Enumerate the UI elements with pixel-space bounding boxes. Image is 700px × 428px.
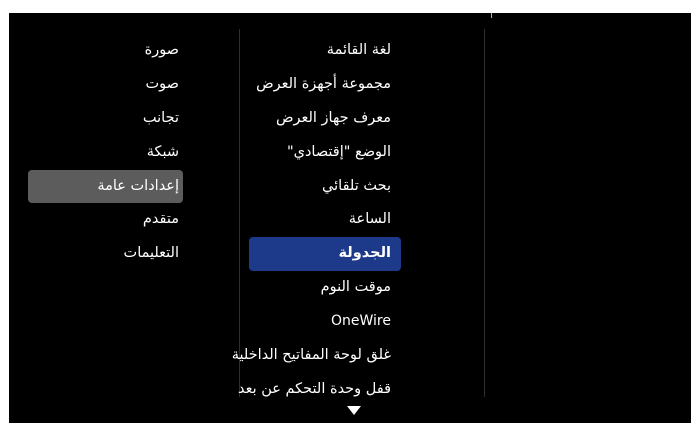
submenu-item-local-keyboard-lock[interactable]: غلق لوحة المفاتيح الداخلية (232, 339, 401, 373)
submenu-item-scheduling[interactable]: الجدولة (249, 237, 401, 272)
submenu-item-sleep-timer[interactable]: موقت النوم (249, 271, 401, 305)
chevron-down-icon[interactable] (347, 406, 361, 415)
menu-item-picture[interactable]: صورة (28, 34, 183, 68)
submenu-item-menu-language[interactable]: لغة القائمة (249, 34, 401, 68)
menu-item-advanced[interactable]: متقدم (28, 203, 183, 237)
submenu-item-remote-control-lock[interactable]: قفل وحدة التحكم عن بعد (238, 373, 401, 407)
submenu-item-monitor-id[interactable]: معرف جهاز العرض (249, 102, 401, 136)
menu-item-general-settings[interactable]: إعدادات عامة (28, 169, 183, 204)
submenu-item-auto-search[interactable]: بحث تلقائي (249, 170, 401, 204)
menu-item-help[interactable]: التعليمات (28, 237, 183, 271)
menu-item-tiling[interactable]: تجانب (28, 102, 183, 136)
submenu-item-onewire[interactable]: OneWire (249, 305, 401, 339)
menu-item-network[interactable]: شبكة (28, 136, 183, 170)
column-divider-right (484, 29, 485, 397)
main-menu: صورة صوت تجانب شبكة إعدادات عامة متقدم ا… (28, 34, 183, 271)
menu-item-sound[interactable]: صوت (28, 68, 183, 102)
top-edge-marker (491, 13, 492, 18)
general-settings-submenu: لغة القائمة مجموعة أجهزة العرض معرف جهاز… (232, 34, 401, 407)
submenu-item-clock[interactable]: الساعة (249, 203, 401, 237)
osd-menu-screen: صورة صوت تجانب شبكة إعدادات عامة متقدم ا… (9, 13, 691, 423)
submenu-item-monitor-group[interactable]: مجموعة أجهزة العرض (249, 68, 401, 102)
submenu-item-eco-mode[interactable]: الوضع "إقتصادي" (249, 136, 401, 170)
